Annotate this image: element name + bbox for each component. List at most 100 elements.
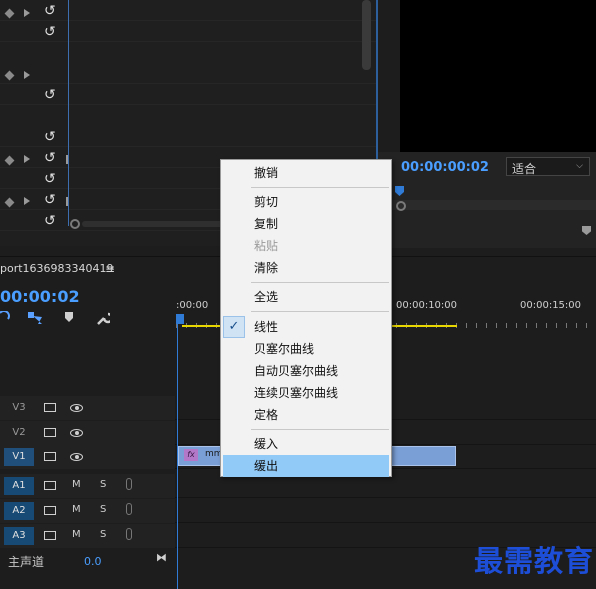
ruler-tick [546, 323, 547, 328]
fx-property-row [0, 84, 376, 105]
keyframe-context-menu: 撤销 剪切 复制 粘贴 清除 全选 ✓ 线性 贝塞尔曲线 自动贝塞尔曲线 连续贝… [220, 159, 392, 477]
menu-item-ease-in[interactable]: 缓入 [223, 433, 389, 455]
ruler-tick [566, 323, 567, 328]
ruler-tick [506, 323, 507, 328]
next-keyframe-icon[interactable] [24, 197, 30, 205]
track-label[interactable]: A1 [4, 477, 34, 495]
sequence-tab[interactable]: port1636983340419 [0, 262, 114, 275]
menu-item-select-all[interactable]: 全选 [223, 286, 389, 308]
ruler-tick [466, 323, 467, 328]
fx-scrollbar[interactable] [362, 0, 371, 70]
mute-button[interactable]: M [72, 479, 81, 490]
ruler-label: :00:00 [176, 300, 209, 311]
eye-icon[interactable] [70, 453, 83, 461]
camera-icon[interactable] [44, 403, 56, 412]
wrench-icon[interactable] [96, 311, 110, 325]
reset-icon[interactable]: ↺ [44, 193, 56, 207]
ruler-tick [486, 323, 487, 328]
microphone-icon[interactable] [126, 528, 132, 540]
next-keyframe-icon[interactable] [24, 9, 30, 17]
solo-button[interactable]: S [100, 504, 106, 515]
menu-item-bezier[interactable]: 贝塞尔曲线 [223, 338, 389, 360]
menu-item-continuous-bezier[interactable]: 连续贝塞尔曲线 [223, 382, 389, 404]
reset-icon[interactable]: ↺ [44, 130, 56, 144]
timeline-playhead-line[interactable] [177, 320, 178, 589]
fx-property-row [0, 0, 376, 21]
track-label[interactable]: A3 [4, 527, 34, 545]
microphone-icon[interactable] [126, 478, 132, 490]
menu-item-copy[interactable]: 复制 [223, 213, 389, 235]
mute-button[interactable]: M [72, 529, 81, 540]
track-header: A2 M S [0, 499, 175, 523]
zoom-fit-select[interactable]: 适合 ⌵ [506, 157, 590, 176]
eye-icon[interactable] [70, 404, 83, 412]
track-label[interactable]: V1 [4, 448, 34, 466]
ruler-tick [576, 323, 577, 328]
menu-item-clear[interactable]: 清除 [223, 257, 389, 279]
timeline-timecode[interactable]: 00:00:02 [0, 287, 80, 306]
next-keyframe-icon[interactable] [24, 155, 30, 163]
reset-icon[interactable]: ↺ [44, 25, 56, 39]
solo-button[interactable]: S [100, 529, 106, 540]
track-label[interactable]: V3 [4, 399, 34, 417]
menu-item-paste[interactable]: 粘贴 [223, 235, 389, 257]
track-label[interactable]: V2 [4, 424, 34, 442]
zoom-knob-icon[interactable] [70, 219, 80, 229]
reset-icon[interactable]: ↺ [44, 214, 56, 228]
zoom-fit-label: 适合 [512, 162, 537, 176]
panel-menu-icon[interactable]: ≡ [105, 262, 115, 276]
menu-separator [251, 282, 389, 283]
monitor-scrub-bar[interactable] [378, 200, 596, 210]
menu-separator [251, 187, 389, 188]
menu-item-cut[interactable]: 剪切 [223, 191, 389, 213]
camera-icon[interactable] [44, 428, 56, 437]
fx-badge-icon: fx [184, 449, 198, 461]
track-row-a1: A1 M S [0, 474, 596, 498]
reset-icon[interactable]: ↺ [44, 88, 56, 102]
eye-icon[interactable] [70, 429, 83, 437]
reset-icon[interactable]: ↺ [44, 151, 56, 165]
solo-button[interactable]: S [100, 479, 106, 490]
menu-item-hold[interactable]: 定格 [223, 404, 389, 426]
camera-icon[interactable] [44, 452, 56, 461]
monitor-zoom-knob-icon[interactable] [396, 201, 406, 211]
track-header: A3 M S [0, 524, 175, 548]
menu-item-undo[interactable]: 撤销 [223, 162, 389, 184]
program-timecode[interactable]: 00:00:00:02 [401, 160, 489, 175]
go-to-edit-point-icon[interactable]: ⧓ [156, 551, 167, 564]
fx-playhead-line [68, 0, 69, 226]
add-marker-icon[interactable] [64, 311, 74, 323]
track-header: V1 [0, 445, 175, 469]
ruler-tick [496, 323, 497, 328]
master-track-label: 主声道 [8, 555, 45, 569]
menu-separator [251, 311, 389, 312]
menu-separator [251, 429, 389, 430]
snap-icon[interactable] [28, 311, 44, 325]
sync-lock-icon[interactable] [44, 506, 56, 515]
watermark-logo: 最需教育 [474, 544, 595, 578]
ruler-tick [476, 323, 477, 328]
ruler-label: 00:00:10:00 [396, 300, 458, 311]
menu-item-linear[interactable]: 线性 [223, 316, 389, 338]
ruler-label: 00:00:15:00 [520, 300, 582, 311]
track-row-a2: A2 M S [0, 499, 596, 523]
track-header: V3 [0, 396, 175, 420]
microphone-icon[interactable] [126, 503, 132, 515]
reset-icon[interactable]: ↺ [44, 172, 56, 186]
track-label[interactable]: A2 [4, 502, 34, 520]
nest-icon[interactable] [0, 311, 10, 325]
menu-item-auto-bezier[interactable]: 自动贝塞尔曲线 [223, 360, 389, 382]
fx-property-row [0, 126, 376, 147]
next-keyframe-icon[interactable] [24, 71, 30, 79]
mute-button[interactable]: M [72, 504, 81, 515]
fx-property-row [0, 21, 376, 42]
reset-icon[interactable]: ↺ [44, 4, 56, 18]
sync-lock-icon[interactable] [44, 481, 56, 490]
track-header: V2 [0, 421, 175, 445]
track-header: A1 M S [0, 474, 175, 498]
chevron-down-icon: ⌵ [576, 161, 583, 171]
sync-lock-icon[interactable] [44, 531, 56, 540]
master-volume-value[interactable]: 0.0 [84, 555, 102, 568]
fx-property-row [0, 63, 376, 84]
menu-item-ease-out[interactable]: 缓出 [223, 455, 389, 477]
